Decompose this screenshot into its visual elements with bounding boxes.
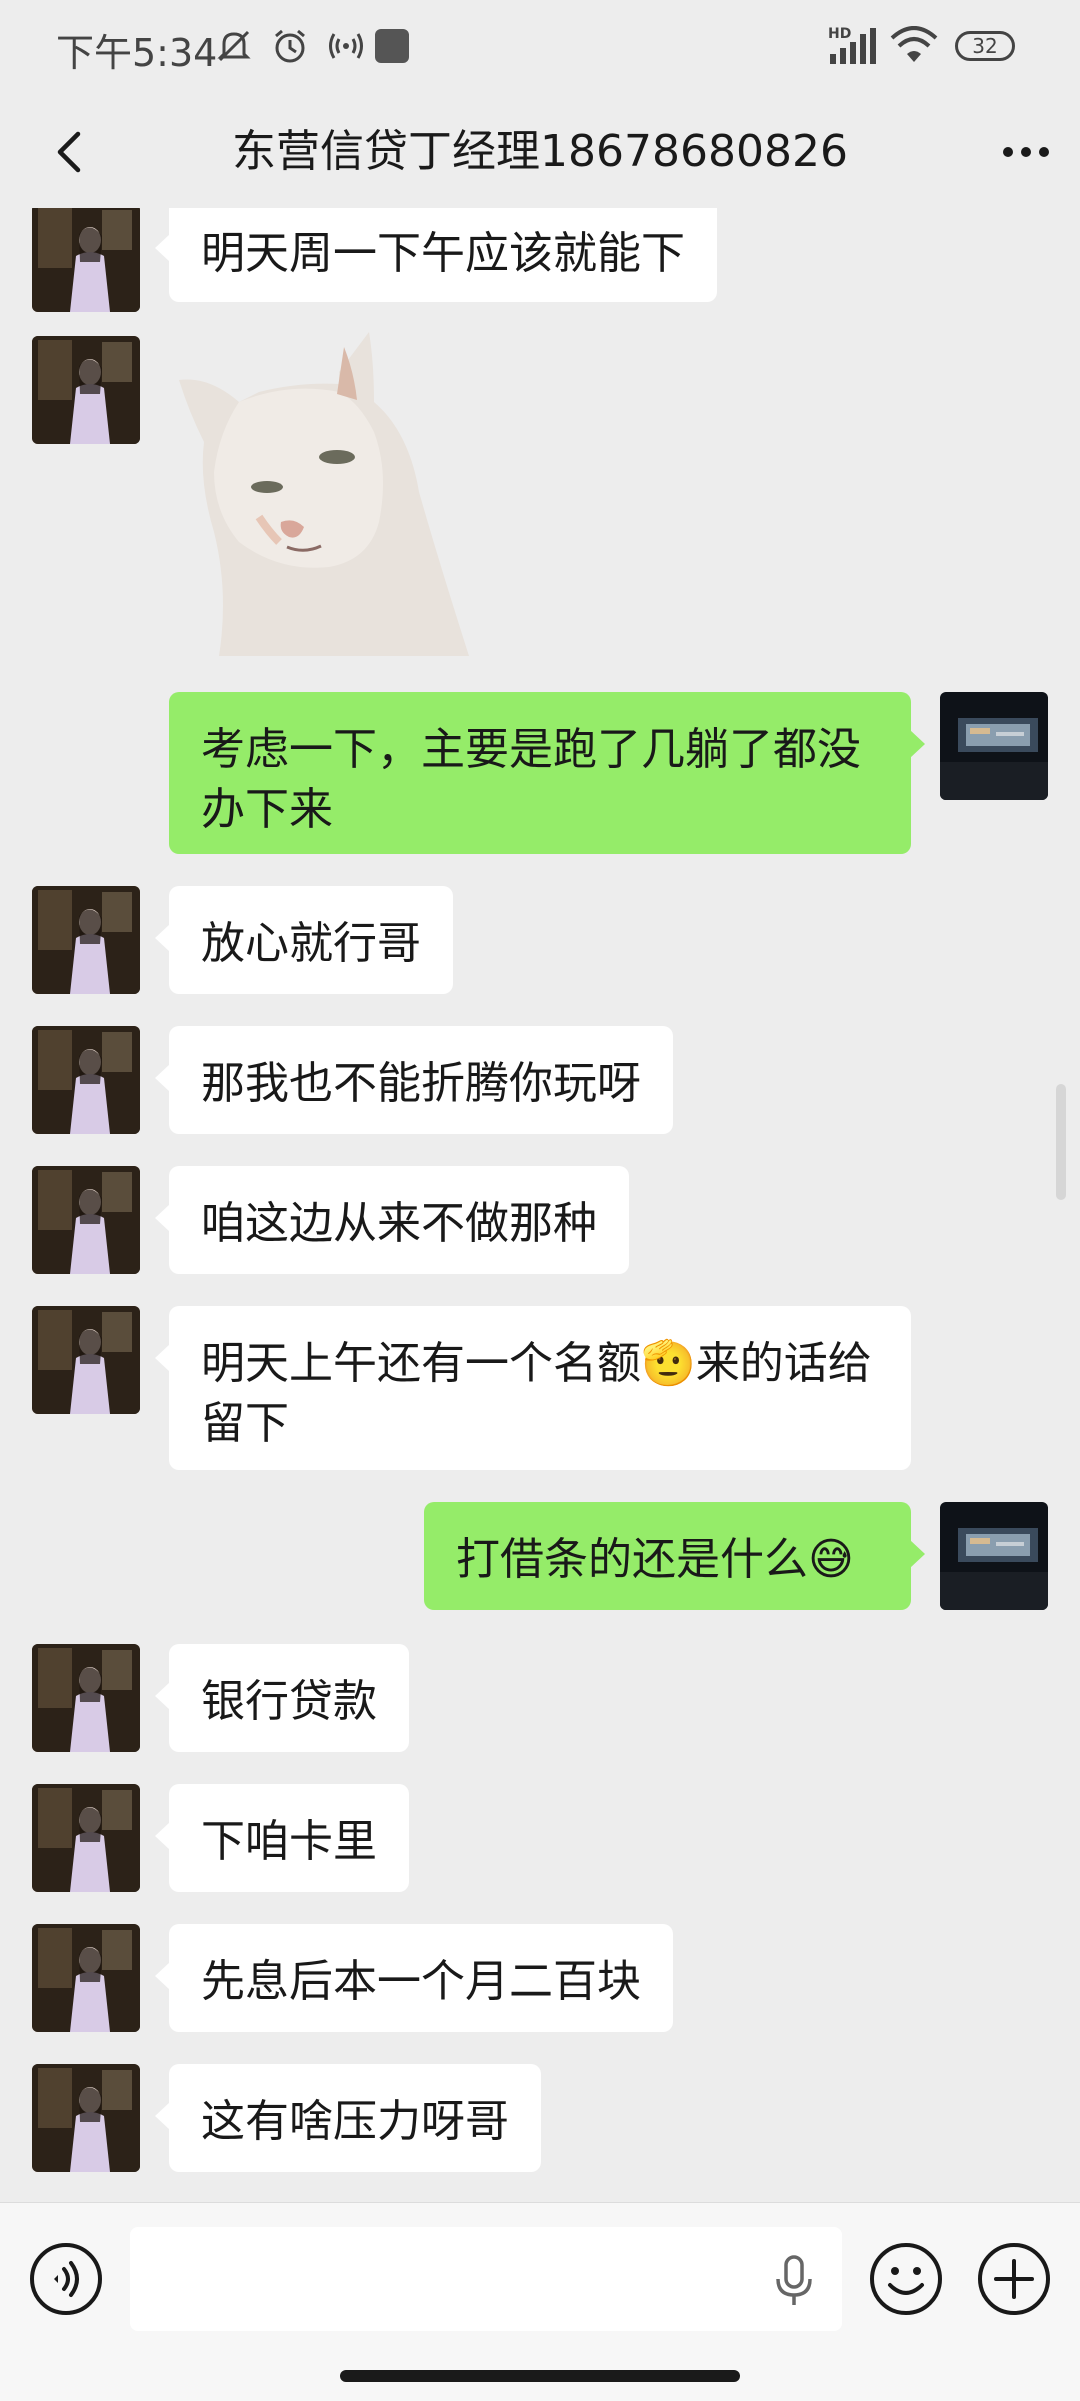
contact-avatar[interactable] <box>32 1784 140 1892</box>
microphone-icon[interactable] <box>770 2253 818 2309</box>
contact-avatar[interactable] <box>32 1924 140 2032</box>
status-bar: 下午5:34 HD 32 <box>0 0 1080 96</box>
contact-avatar[interactable] <box>32 208 140 312</box>
sent-message[interactable]: 考虑一下，主要是跑了几躺了都没办下来 <box>169 692 925 854</box>
my-avatar[interactable] <box>940 1502 1048 1610</box>
emoji-button[interactable] <box>868 2241 944 2317</box>
received-message[interactable]: 下咱卡里 <box>155 1784 409 1892</box>
my-avatar[interactable] <box>940 692 1048 800</box>
battery-level: 32 <box>955 31 1015 61</box>
received-message[interactable]: 那我也不能折腾你玩呀 <box>155 1026 673 1134</box>
contact-avatar[interactable] <box>32 886 140 994</box>
sent-message[interactable]: 打借条的还是什么😅 <box>424 1502 925 1610</box>
plus-icon <box>978 2243 1050 2315</box>
app-notification-icon <box>372 22 412 70</box>
more-functions-button[interactable] <box>976 2241 1052 2317</box>
received-message[interactable]: 放心就行哥 <box>155 886 453 994</box>
chat-header: 东营信贷丁经理18678680826 <box>0 96 1080 208</box>
contact-avatar[interactable] <box>32 1644 140 1752</box>
input-bar <box>0 2202 1080 2401</box>
back-button[interactable] <box>36 118 104 186</box>
emoji-icon <box>870 2243 942 2315</box>
more-dots-icon <box>1003 147 1049 157</box>
scrollbar[interactable] <box>1056 1084 1066 1200</box>
battery-icon: 32 <box>950 22 1020 70</box>
chevron-left-icon <box>57 131 81 173</box>
home-indicator[interactable] <box>340 2370 740 2382</box>
signal-icon: HD <box>824 22 888 70</box>
received-message[interactable]: 先息后本一个月二百块 <box>155 1924 673 2032</box>
svg-text:HD: HD <box>828 26 851 42</box>
hotspot-icon <box>322 22 370 70</box>
message-list[interactable]: 明天周一下午应该就能下 考虑一下，主要是跑了几躺了都没办下来 放心就行哥 那我也… <box>0 208 1080 2202</box>
received-message[interactable]: 银行贷款 <box>155 1644 409 1752</box>
more-options-button[interactable] <box>992 118 1060 186</box>
chat-title: 东营信贷丁经理18678680826 <box>232 126 848 177</box>
voice-icon <box>30 2243 102 2315</box>
contact-avatar[interactable] <box>32 2064 140 2172</box>
cat-sticker[interactable] <box>169 332 499 656</box>
received-message[interactable]: 这有啥压力呀哥 <box>155 2064 541 2172</box>
contact-avatar[interactable] <box>32 1306 140 1414</box>
wifi-icon <box>886 22 942 70</box>
voice-input-button[interactable] <box>28 2241 104 2317</box>
received-message[interactable]: 明天上午还有一个名额🫡来的话给留下 <box>155 1306 911 1470</box>
alarm-icon <box>266 22 314 70</box>
received-message[interactable]: 明天周一下午应该就能下 <box>155 208 717 302</box>
message-input[interactable] <box>130 2227 842 2331</box>
status-time: 下午5:34 <box>56 31 218 75</box>
contact-avatar[interactable] <box>32 1166 140 1274</box>
contact-avatar[interactable] <box>32 336 140 444</box>
received-message[interactable]: 咱这边从来不做那种 <box>155 1166 629 1274</box>
mute-icon <box>210 22 258 70</box>
contact-avatar[interactable] <box>32 1026 140 1134</box>
